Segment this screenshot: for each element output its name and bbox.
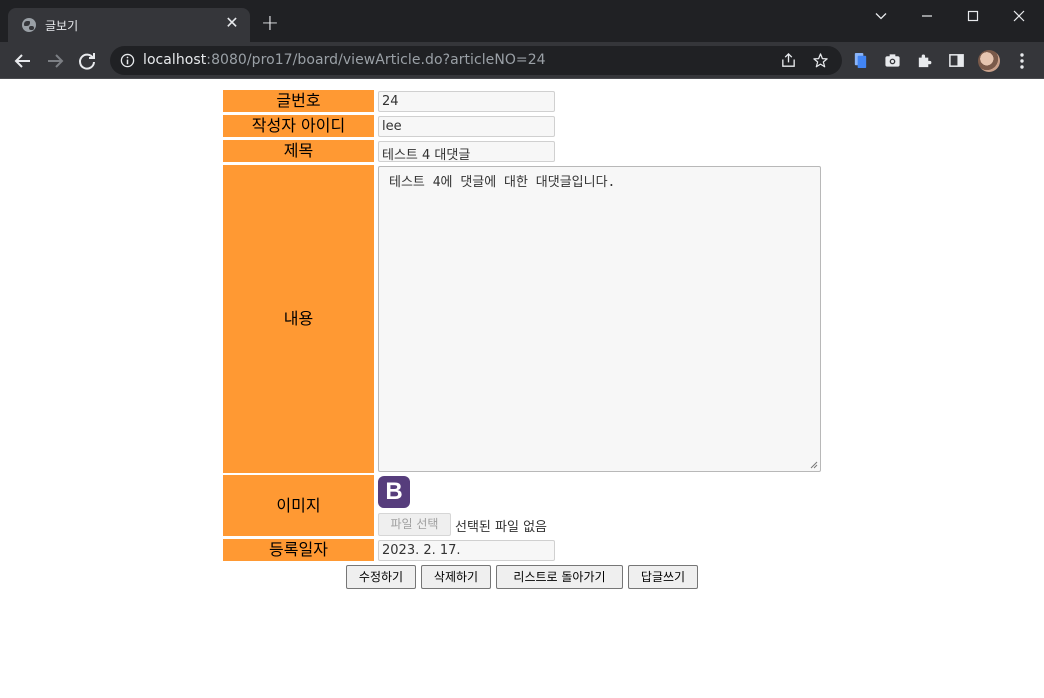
browser-tab[interactable]: 글보기 ✕	[8, 8, 250, 42]
content-text: 테스트 4에 댓글에 대한 대댓글입니다.	[389, 175, 616, 190]
share-icon[interactable]	[780, 52, 797, 69]
more-menu-icon[interactable]	[1014, 51, 1030, 71]
forward-arrow-icon[interactable]	[44, 50, 66, 72]
minimize-button[interactable]	[904, 0, 950, 32]
delete-button[interactable]: 삭제하기	[421, 565, 491, 589]
reload-icon[interactable]	[76, 50, 98, 72]
bookmark-star-icon[interactable]	[812, 52, 829, 69]
label-writer-id: 작성자 아이디	[223, 115, 374, 137]
back-to-list-button[interactable]: 리스트로 돌아가기	[496, 565, 623, 589]
label-write-date: 등록일자	[223, 539, 374, 561]
page-content: 글번호 24 작성자 아이디 lee 제목 테스트 4 대댓글 내용 테스트 4…	[0, 80, 1044, 698]
puzzle-icon[interactable]	[916, 52, 933, 69]
file-status-text: 선택된 파일 없음	[455, 520, 547, 535]
label-title: 제목	[223, 140, 374, 162]
title-field[interactable]: 테스트 4 대댓글	[378, 141, 555, 163]
address-bar[interactable]: localhost:8080/pro17/board/viewArticle.d…	[110, 46, 842, 75]
minimize-icon	[922, 15, 932, 17]
label-article-no: 글번호	[223, 90, 374, 112]
chevron-down-icon	[875, 13, 887, 20]
article-no-field[interactable]: 24	[378, 91, 555, 112]
side-panel-icon[interactable]	[948, 52, 965, 69]
resize-handle-icon[interactable]	[810, 461, 818, 469]
globe-icon	[22, 18, 36, 32]
profile-avatar[interactable]	[978, 50, 1000, 72]
write-date-field[interactable]: 2023. 2. 17.	[378, 540, 555, 561]
reply-button[interactable]: 답글쓰기	[628, 565, 698, 589]
maximize-icon	[967, 10, 979, 22]
url-text[interactable]: localhost:8080/pro17/board/viewArticle.d…	[143, 52, 546, 68]
edit-button[interactable]: 수정하기	[346, 565, 416, 589]
document-extension-icon[interactable]	[852, 52, 869, 69]
info-icon[interactable]	[120, 53, 135, 68]
file-select-button[interactable]: 파일 선택	[378, 513, 451, 536]
maximize-button[interactable]	[950, 0, 996, 32]
tab-strip: 글보기 ✕ +	[0, 0, 1044, 42]
tab-title: 글보기	[45, 19, 79, 33]
back-arrow-icon[interactable]	[12, 50, 34, 72]
label-image: 이미지	[223, 475, 374, 536]
browser-toolbar: localhost:8080/pro17/board/viewArticle.d…	[0, 42, 1044, 79]
url-host: localhost	[143, 52, 207, 68]
new-tab-button[interactable]: +	[258, 13, 282, 37]
camera-icon[interactable]	[884, 52, 901, 69]
content-textarea[interactable]: 테스트 4에 댓글에 대한 대댓글입니다.	[378, 166, 821, 472]
close-window-button[interactable]	[996, 0, 1042, 32]
bootstrap-logo-image: B	[378, 476, 410, 508]
close-tab-icon[interactable]: ✕	[222, 13, 242, 33]
label-content: 내용	[223, 165, 374, 473]
url-path: :8080/pro17/board/viewArticle.do?article…	[206, 52, 546, 68]
close-icon	[1013, 10, 1025, 22]
tab-search-button[interactable]	[858, 0, 904, 32]
writer-id-field[interactable]: lee	[378, 116, 555, 137]
